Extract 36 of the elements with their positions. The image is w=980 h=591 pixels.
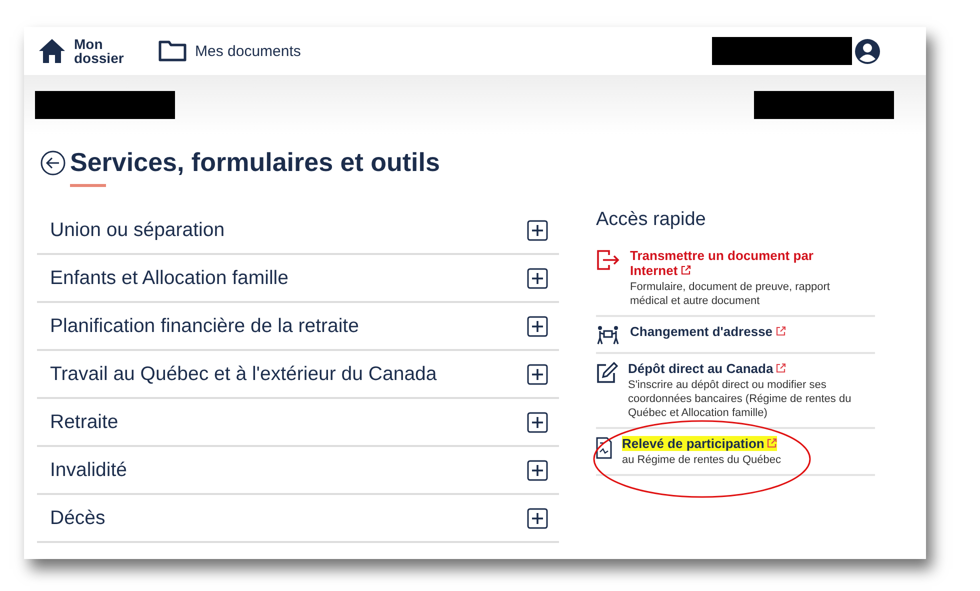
plus-icon[interactable] [527, 412, 548, 432]
document-icon [596, 437, 612, 459]
quick-link[interactable]: Dépôt direct au Canada [628, 361, 786, 376]
accordion-item[interactable]: Union ou séparation [37, 207, 559, 255]
plus-icon[interactable] [527, 268, 548, 288]
link-description: au Régime de rentes du Québec [622, 453, 781, 467]
quick-link[interactable]: Relevé de participation [622, 436, 778, 451]
accordion-item[interactable]: Invalidité [37, 447, 559, 495]
home-link[interactable]: Mon dossier [74, 37, 134, 65]
plus-icon[interactable] [527, 364, 548, 384]
accordion-item[interactable]: Planification financière de la retraite [37, 303, 559, 351]
plus-icon[interactable] [527, 460, 548, 480]
external-link-icon [767, 438, 778, 448]
link-description: S'inscrire au dépôt direct ou modifier ses coordonnées bancaires (Régime de rentes du Québec et Allocation famille) [628, 378, 852, 420]
edit-icon [596, 362, 618, 384]
user-avatar-icon[interactable] [854, 38, 881, 64]
plus-icon[interactable] [527, 220, 548, 240]
document-arrow-icon [596, 249, 620, 271]
plus-icon[interactable] [527, 316, 548, 336]
people-carrying-icon [596, 325, 620, 345]
quick-link[interactable]: Transmettre un document par Internet [630, 248, 855, 278]
link-description: Formulaire, document de preuve, rapport médical et autre document [630, 280, 831, 308]
external-link-icon [776, 326, 786, 336]
folder-icon[interactable] [158, 40, 187, 62]
page-title: Services, formulaires et outils [70, 147, 440, 178]
external-link-icon [680, 265, 691, 275]
section-title: Accès rapide [596, 209, 707, 231]
plus-icon[interactable] [527, 508, 548, 528]
external-link-icon [776, 363, 786, 373]
home-icon[interactable] [38, 38, 66, 64]
accordion-item[interactable]: Travail au Québec et à l'extérieur du Canada [37, 351, 559, 399]
accordion-item[interactable]: Décès [37, 495, 559, 543]
quick-link[interactable]: Changement d'adresse [630, 324, 786, 339]
documents-link[interactable]: Mes documents [195, 42, 301, 60]
accordion-item[interactable]: Retraite [37, 399, 559, 447]
accordion-item[interactable]: Enfants et Allocation famille [37, 255, 559, 303]
